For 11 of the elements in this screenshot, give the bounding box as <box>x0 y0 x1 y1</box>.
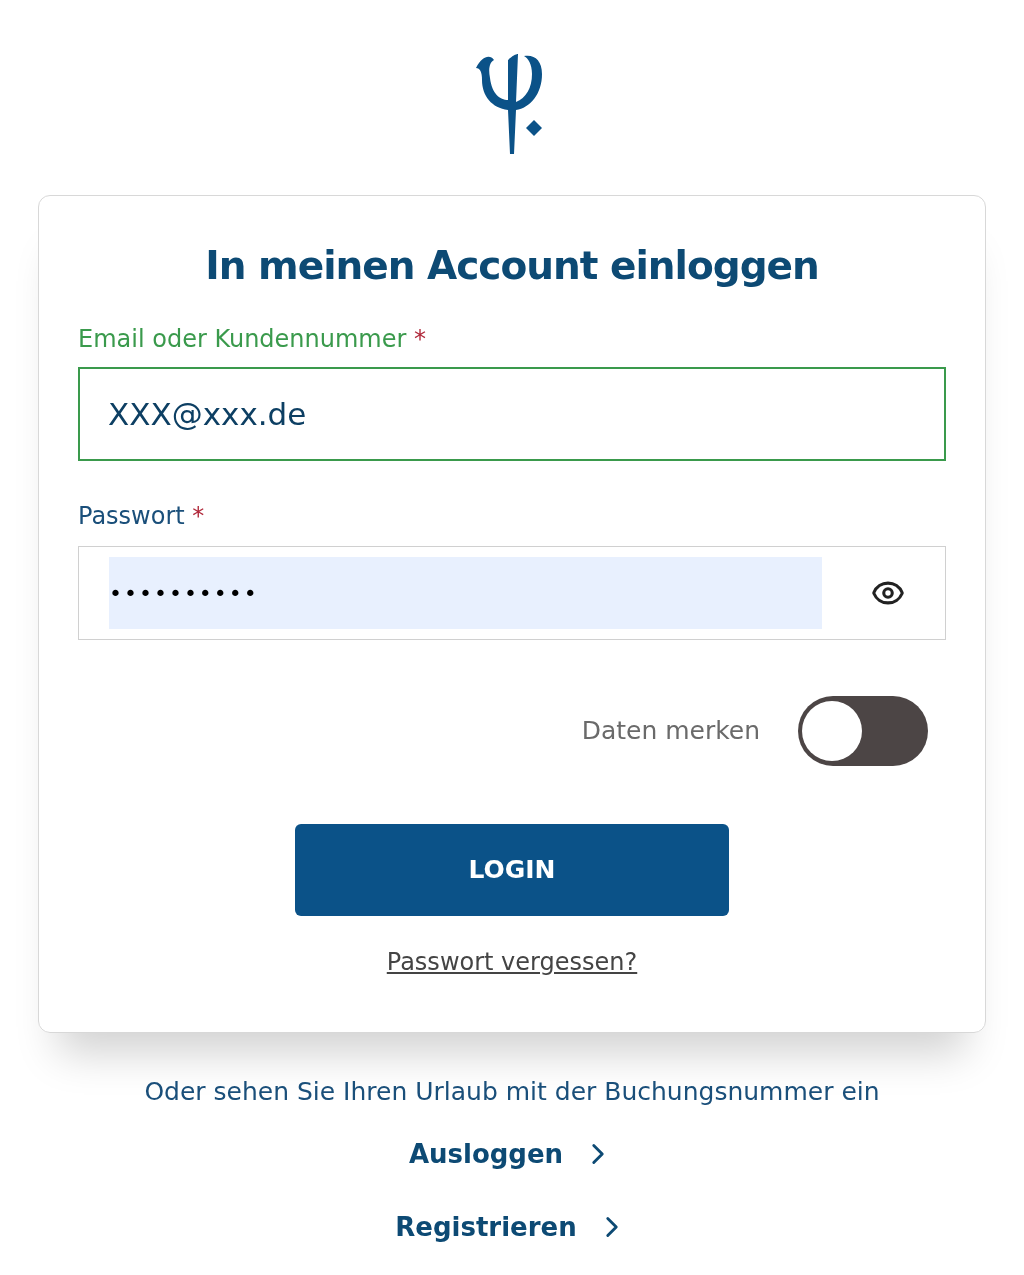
field-label: Passwort * <box>78 501 206 531</box>
password-field[interactable]: •••••••••• <box>78 546 946 640</box>
nav-link[interactable]: Ausloggen <box>408 1134 616 1174</box>
booking-number-text: Oder sehen Sie Ihren Urlaub mit der Buchungsnummer ein <box>144 1076 880 1108</box>
email-field[interactable]: XXX@xxx.de <box>78 367 946 461</box>
nav-link[interactable]: Registrieren <box>395 1207 629 1247</box>
field-label: Email oder Kundennummer * <box>78 324 428 354</box>
card-title: In meinen Account einloggen <box>204 242 820 290</box>
login-button[interactable]: LOGIN <box>295 824 729 916</box>
forgot-password-link[interactable]: Passwort vergessen? <box>386 944 638 980</box>
toggle-label: Daten merken <box>581 715 760 748</box>
